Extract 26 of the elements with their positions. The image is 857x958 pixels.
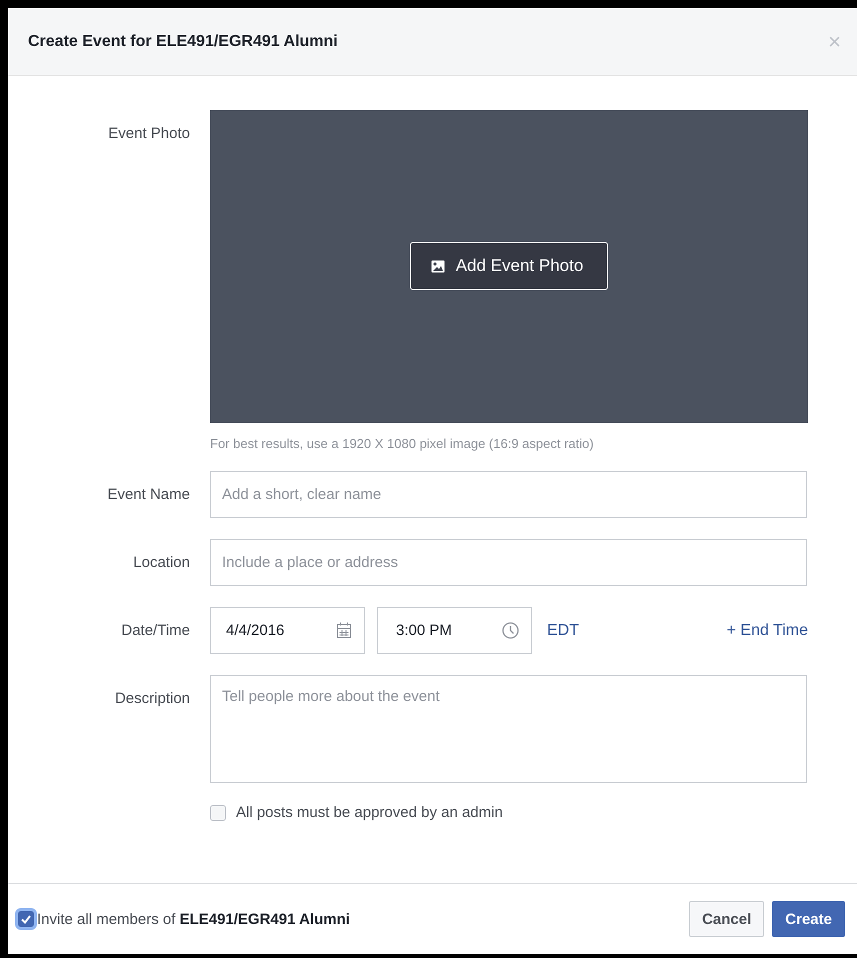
field-label: Location bbox=[132, 553, 190, 573]
invite-label: Invite all members of ELE491/EGR491 Alumni bbox=[37, 910, 350, 928]
checkbox[interactable] bbox=[210, 804, 226, 820]
location-field[interactable]: Include a place or address bbox=[210, 539, 807, 586]
clock-icon bbox=[502, 622, 519, 639]
timezone-link[interactable]: EDT bbox=[547, 622, 579, 640]
cancel-button[interactable]: Cancel bbox=[689, 901, 764, 937]
field-label: Date/Time bbox=[120, 621, 190, 641]
checkmark-icon bbox=[21, 914, 31, 924]
date-field[interactable]: 4/4/2016 bbox=[210, 607, 365, 654]
description-field[interactable]: Tell people more about the event bbox=[210, 675, 807, 783]
field-label: Event Photo bbox=[107, 124, 190, 144]
event-name-field[interactable]: Add a short, clear name bbox=[210, 471, 807, 518]
time-field[interactable]: 3:00 PM bbox=[377, 607, 532, 654]
photo-hint: For best results, use a 1920 X 1080 pixel image (16:9 aspect ratio) bbox=[210, 436, 595, 451]
end-time-link[interactable]: + End Time bbox=[726, 622, 808, 640]
calendar-icon bbox=[336, 622, 352, 639]
create-button[interactable]: Create bbox=[772, 901, 845, 937]
add-photo-button[interactable]: Add Event Photo bbox=[410, 242, 608, 290]
checkbox-label: All posts must be approved by an admin bbox=[236, 804, 503, 821]
image-icon bbox=[430, 260, 445, 272]
photo-dropzone[interactable]: Add Event Photo bbox=[210, 110, 808, 423]
field-label: Description bbox=[114, 689, 190, 709]
checkbox[interactable] bbox=[18, 911, 34, 927]
dialog-title: Create Event for ELE491/EGR491 Alumni bbox=[28, 32, 338, 50]
field-label: Event Name bbox=[106, 485, 190, 505]
